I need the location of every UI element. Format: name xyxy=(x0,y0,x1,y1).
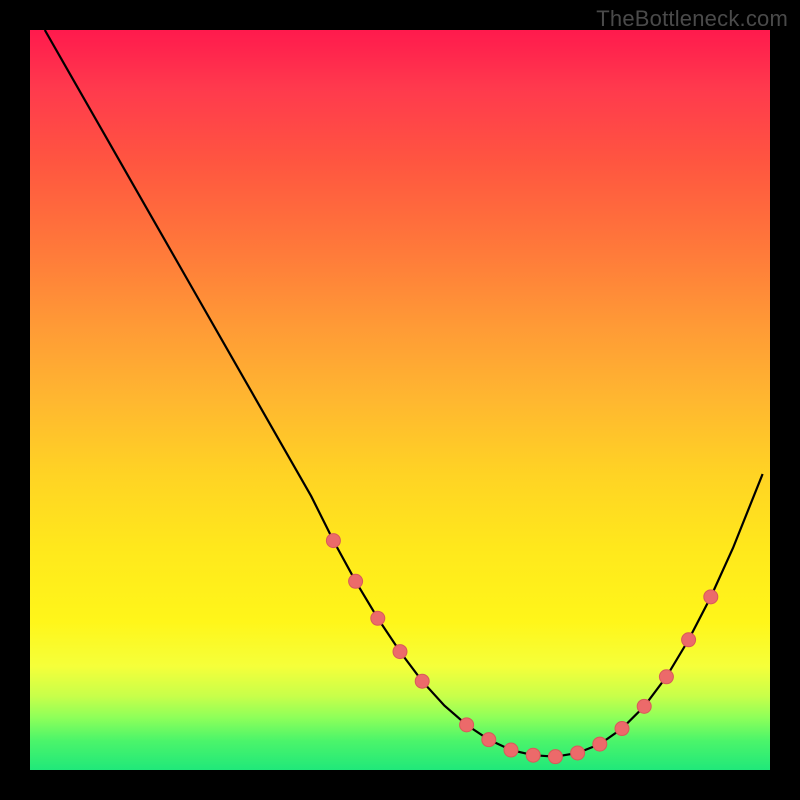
curve-dot xyxy=(571,746,585,760)
curve-dot xyxy=(704,590,718,604)
curve-dots xyxy=(326,534,717,764)
chart-plot-area xyxy=(30,30,770,770)
curve-dot xyxy=(637,699,651,713)
curve-dot xyxy=(326,534,340,548)
curve-dot xyxy=(482,733,496,747)
chart-overlay xyxy=(30,30,770,770)
curve-dot xyxy=(415,674,429,688)
watermark-text: TheBottleneck.com xyxy=(596,6,788,32)
curve-dot xyxy=(682,633,696,647)
curve-dot xyxy=(504,743,518,757)
bottleneck-curve xyxy=(45,30,763,757)
curve-dot xyxy=(349,574,363,588)
curve-dot xyxy=(526,748,540,762)
chart-stage: TheBottleneck.com xyxy=(0,0,800,800)
curve-dot xyxy=(548,750,562,764)
curve-dot xyxy=(593,737,607,751)
curve-dot xyxy=(615,722,629,736)
curve-dot xyxy=(371,611,385,625)
curve-dot xyxy=(659,670,673,684)
curve-dot xyxy=(393,645,407,659)
curve-dot xyxy=(460,718,474,732)
